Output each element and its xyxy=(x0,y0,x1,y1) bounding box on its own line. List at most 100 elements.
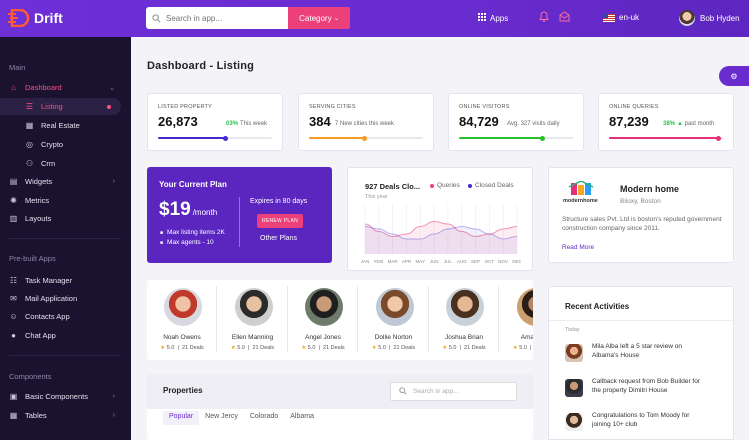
renew-plan-button[interactable]: RENEW PLAN xyxy=(257,214,303,228)
search-input[interactable] xyxy=(166,7,288,29)
agent-rating-value: 5.0 xyxy=(307,345,316,351)
activity-item[interactable]: Callback request from Bob Builder for the… xyxy=(565,377,725,399)
tab-new-jercy[interactable]: New Jercy xyxy=(199,411,244,425)
agent-card[interactable]: Angel Jones ★ 5.0 | 21 Deals xyxy=(288,280,358,360)
other-plans-link[interactable]: Other Plans xyxy=(260,235,297,242)
x-tick-label: JUL xyxy=(444,259,452,264)
agent-card[interactable]: Dollie Norton ★ 5.0 | 21 Deals xyxy=(359,280,429,360)
mail-icon[interactable] xyxy=(559,11,570,25)
read-more-link[interactable]: Read More xyxy=(562,244,594,251)
chart-title: 927 Deals Clo... xyxy=(365,182,421,191)
sidebar-item-label: Layouts xyxy=(25,214,52,223)
activity-item[interactable]: Mila Alba left a 5 star review on Albama'… xyxy=(565,342,725,364)
sidebar-item-real-estate[interactable]: ▦ Real Estate xyxy=(0,117,121,134)
sidebar-item-label: Contacts App xyxy=(25,312,70,321)
stat-progress-fill xyxy=(459,137,543,139)
app-logo[interactable]: Drift xyxy=(8,9,63,27)
legend-queries[interactable]: Queries xyxy=(430,182,460,189)
stat-card: Serving Cities 384 7 New cities this week xyxy=(298,93,434,151)
agent-rating: ★ 5.0 | 21 Deals xyxy=(371,345,416,351)
property-name: Modern home xyxy=(620,184,680,194)
sidebar-item-label: Basic Components xyxy=(25,392,88,401)
properties-panel: Properties Search in app... Popular New … xyxy=(147,374,533,440)
agent-name: Noah Owens xyxy=(163,334,201,341)
activity-item[interactable]: Congratulations to Tom Moody for joining … xyxy=(565,411,725,433)
legend-closed-deals[interactable]: Closed Deals xyxy=(468,182,514,189)
agent-rating: ★ 5.0 | 21 Deals xyxy=(230,345,275,351)
stat-progress-fill xyxy=(609,137,719,139)
sidebar-item-widgets[interactable]: ▤ Widgets › xyxy=(0,173,121,190)
stat-delta: 03% This week xyxy=(226,121,267,127)
star-icon: ★ xyxy=(512,345,518,351)
settings-toggle-button[interactable]: ⚙ xyxy=(719,66,749,86)
sidebar-item-task-manager[interactable]: ☷ Task Manager xyxy=(0,272,121,289)
stat-value: 87,239 xyxy=(609,114,649,129)
properties-tabs: Popular New Jercy Colorado Albama xyxy=(163,411,320,425)
users-icon: ⚇ xyxy=(25,159,34,168)
agent-card[interactable]: Noah Owens ★ 5.0 | 21 Deals xyxy=(147,280,217,360)
sidebar-item-contacts[interactable]: ☺ Contacts App xyxy=(0,308,121,325)
chevron-down-icon: ⌄ xyxy=(109,84,115,92)
sidebar-section-components: Components xyxy=(9,372,52,381)
sidebar-item-tables[interactable]: ▦ Tables › xyxy=(0,407,121,424)
chevron-right-icon: › xyxy=(112,412,115,419)
notification-bell-icon[interactable] xyxy=(539,11,549,25)
tab-albama[interactable]: Albama xyxy=(284,411,320,425)
user-menu[interactable]: Bob Hyden xyxy=(679,10,740,26)
chevron-right-icon: › xyxy=(112,178,115,185)
stat-delta-text: past month xyxy=(684,121,715,127)
legend-dot xyxy=(430,183,434,188)
star-icon: ★ xyxy=(230,345,236,351)
plan-period: /month xyxy=(192,208,218,217)
page-title: Dashboard - Listing xyxy=(147,60,255,72)
stat-delta-text: 7 New cities this week xyxy=(335,121,395,127)
agent-card[interactable]: Amay Mo ★ 5.0 | 21 Deals xyxy=(500,280,533,360)
apps-button[interactable]: Apps xyxy=(478,13,508,23)
agent-card[interactable]: Joshua Brian ★ 5.0 | 21 Deals xyxy=(429,280,499,360)
activity-line: Albama's House xyxy=(592,352,640,360)
stat-label: Online Visitors xyxy=(459,104,510,110)
sidebar-item-basic-components[interactable]: ▣ Basic Components › xyxy=(0,388,121,405)
active-dot xyxy=(107,104,111,109)
category-dropdown[interactable]: Category ⌄ xyxy=(288,7,350,29)
tab-colorado[interactable]: Colorado xyxy=(243,411,285,425)
properties-search[interactable]: Search in app... xyxy=(390,382,517,401)
sidebar-item-chat[interactable]: ● Chat App xyxy=(0,327,121,344)
logo-text: modernhome xyxy=(563,198,598,204)
contact-icon: ☺ xyxy=(9,312,18,321)
sidebar-item-listing[interactable]: ☰ Listing xyxy=(0,98,121,115)
agent-photo xyxy=(446,288,484,326)
property-description: Structure sales Pvt. Ltd is boston's rep… xyxy=(562,216,722,233)
agent-photo xyxy=(516,288,533,326)
sidebar-item-crypto[interactable]: ◎ Crypto xyxy=(0,136,121,153)
sidebar-item-mail[interactable]: ✉ Mail Application xyxy=(0,290,121,307)
stat-delta-text: This week xyxy=(240,121,268,127)
layout-icon: ▥ xyxy=(9,214,18,223)
x-tick-label: APR xyxy=(402,259,412,264)
user-name: Bob Hyden xyxy=(700,13,740,23)
star-icon: ★ xyxy=(160,345,166,351)
top-bar: Drift Category ⌄ Apps en-uk Bob Hyden xyxy=(0,0,749,37)
activities-title: Recent Activities xyxy=(565,302,630,311)
agent-card[interactable]: Ellen Manning ★ 5.0 | 21 Deals xyxy=(218,280,288,360)
recent-activities-card: Recent Activities Today Mila Alba left a… xyxy=(548,286,735,440)
stat-card: Online Queries 87,239 38% ▲ past month xyxy=(598,93,734,151)
activity-avatar xyxy=(565,379,583,397)
sidebar-divider xyxy=(9,355,121,356)
stat-progress-bar xyxy=(309,135,423,141)
language-selector[interactable]: en-uk xyxy=(603,13,639,22)
plan-price-value: $19 xyxy=(159,199,191,220)
tab-popular[interactable]: Popular xyxy=(163,411,200,425)
metrics-icon: ✺ xyxy=(10,196,17,205)
agent-rating-value: 5.0 xyxy=(448,345,457,351)
agent-photo xyxy=(375,288,414,326)
sidebar-item-crm[interactable]: ⚇ Crm xyxy=(0,155,121,172)
stat-value: 26,873 xyxy=(158,114,198,129)
x-tick-label: MAR xyxy=(388,259,399,264)
sidebar-item-layouts[interactable]: ▥ Layouts xyxy=(0,210,121,227)
agent-name: Amay Mo xyxy=(520,334,533,341)
agent-deals: 21 Deals xyxy=(322,345,345,351)
sidebar-item-metrics[interactable]: ✺ Metrics xyxy=(0,192,121,209)
sidebar-item-dashboard[interactable]: ⌂ Dashboard ⌄ xyxy=(0,79,121,96)
plan-divider xyxy=(239,197,240,247)
